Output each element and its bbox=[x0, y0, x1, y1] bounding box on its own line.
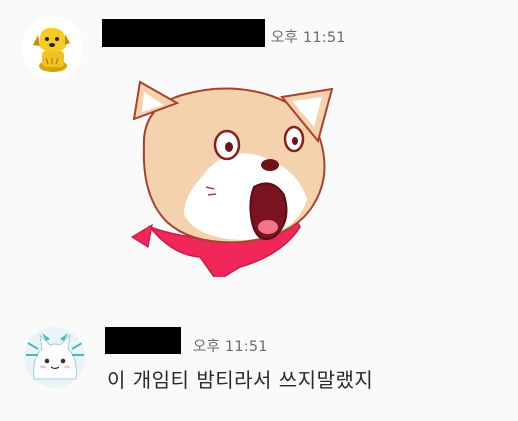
yellow-dog-avatar-icon[interactable] bbox=[22, 17, 83, 78]
chat-message-text: 오후 11:51 이 개임티 밤티라서 쓰지말랬지 bbox=[0, 300, 518, 421]
chat-view: 오후 11:51 오후 11:51 이 개임티 밤티라서 쓰지말랬지 bbox=[0, 0, 518, 421]
message-text: 이 개임티 밤티라서 쓰지말랬지 bbox=[107, 368, 374, 392]
sender-name-redacted[interactable] bbox=[102, 19, 265, 47]
shocked-shiba-dog-sticker-icon[interactable] bbox=[122, 77, 342, 283]
white-cat-avatar-icon[interactable] bbox=[24, 327, 85, 388]
chat-message-sticker: 오후 11:51 bbox=[0, 0, 518, 300]
message-timestamp: 오후 11:51 bbox=[271, 30, 346, 46]
sender-name-redacted[interactable] bbox=[105, 327, 181, 354]
message-timestamp: 오후 11:51 bbox=[193, 339, 268, 355]
